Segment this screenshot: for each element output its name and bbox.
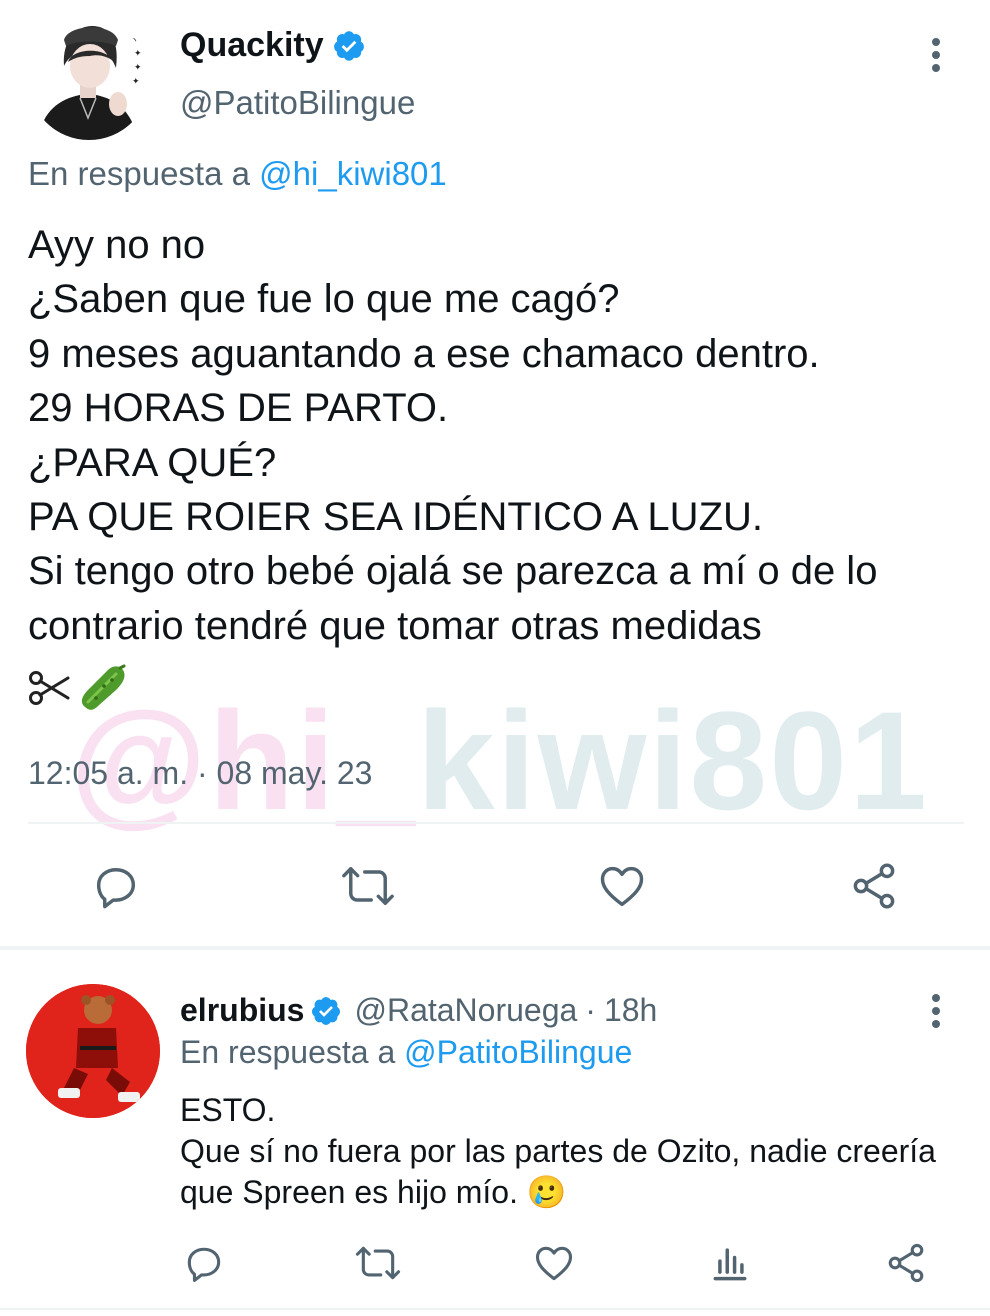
reply-icon xyxy=(187,1247,221,1282)
reply-context-prefix: En respuesta a xyxy=(180,1034,396,1070)
more-vertical-icon xyxy=(918,990,954,1028)
retweet-button[interactable] xyxy=(350,1238,406,1288)
analytics-icon xyxy=(713,1248,747,1281)
tweet-actions-bar xyxy=(0,1238,990,1288)
watermark-part-b: kiwi801 xyxy=(416,682,929,839)
tweet-emoji-line xyxy=(28,658,128,718)
author-handle[interactable]: @PatitoBilingue xyxy=(180,84,415,122)
reply-button[interactable] xyxy=(176,1238,232,1288)
retweet-button[interactable] xyxy=(340,858,396,914)
svg-text:✦: ✦ xyxy=(132,35,140,45)
like-button[interactable] xyxy=(526,1238,582,1288)
svg-text:✦: ✦ xyxy=(134,49,142,59)
share-button[interactable] xyxy=(846,858,902,914)
time-separator: · xyxy=(585,992,596,1028)
author-display-name[interactable]: Quackity xyxy=(180,26,324,65)
cucumber-icon xyxy=(81,664,126,710)
reply-context: En respuesta a @hi_kiwi801 xyxy=(28,155,447,193)
like-button[interactable] xyxy=(594,858,650,914)
reply-context-prefix: En respuesta a xyxy=(28,155,250,192)
reply-mention-link[interactable]: @PatitoBilingue xyxy=(404,1034,632,1070)
share-icon xyxy=(853,863,895,909)
retweet-icon xyxy=(342,867,394,905)
more-options-button[interactable] xyxy=(918,990,954,1034)
reply-tweet[interactable]: elrubius @RataNoruega · 18h En respuesta… xyxy=(0,950,990,1316)
tweet-text: ESTO. Que sí no fuera por las partes de … xyxy=(180,1092,936,1210)
tweet-relative-time[interactable]: 18h xyxy=(604,992,657,1029)
divider xyxy=(0,1308,990,1310)
tweet-timestamp[interactable]: 12:05 a. m. · 08 may. 23 xyxy=(28,755,372,792)
reply-author-row[interactable]: elrubius @RataNoruega · 18h xyxy=(180,992,657,1029)
more-options-button[interactable] xyxy=(918,34,954,78)
scissors-icon xyxy=(29,671,70,705)
verified-badge-icon xyxy=(333,30,364,61)
main-tweet: ✦ ✦ ✦ ✦ Quackity @PatitoBilingue En resp… xyxy=(0,0,990,948)
share-button[interactable] xyxy=(878,1238,934,1288)
author-display-name[interactable]: elrubius xyxy=(180,992,304,1029)
avatar[interactable]: ✦ ✦ ✦ ✦ xyxy=(28,18,150,140)
svg-text:✦: ✦ xyxy=(134,63,142,73)
author-name-row[interactable]: Quackity xyxy=(180,26,366,65)
svg-text:✦: ✦ xyxy=(132,77,140,87)
tweet-text: Ayy no no ¿Saben que fue lo que me cagó?… xyxy=(28,223,878,648)
analytics-button[interactable] xyxy=(702,1238,758,1288)
avatar[interactable] xyxy=(26,984,160,1118)
reply-context: En respuesta a @PatitoBilingue xyxy=(180,1034,632,1071)
like-icon xyxy=(535,1246,573,1281)
more-vertical-icon xyxy=(918,34,954,72)
retweet-icon xyxy=(355,1246,401,1280)
share-icon xyxy=(888,1243,924,1283)
verified-badge-icon xyxy=(312,996,341,1025)
divider xyxy=(28,822,964,824)
reply-button[interactable] xyxy=(88,858,144,914)
reply-icon xyxy=(96,868,136,909)
tweet-actions-bar xyxy=(0,858,990,918)
reply-mention-link[interactable]: @hi_kiwi801 xyxy=(259,155,447,192)
author-handle[interactable]: @RataNoruega xyxy=(354,992,577,1029)
like-icon xyxy=(600,866,644,907)
